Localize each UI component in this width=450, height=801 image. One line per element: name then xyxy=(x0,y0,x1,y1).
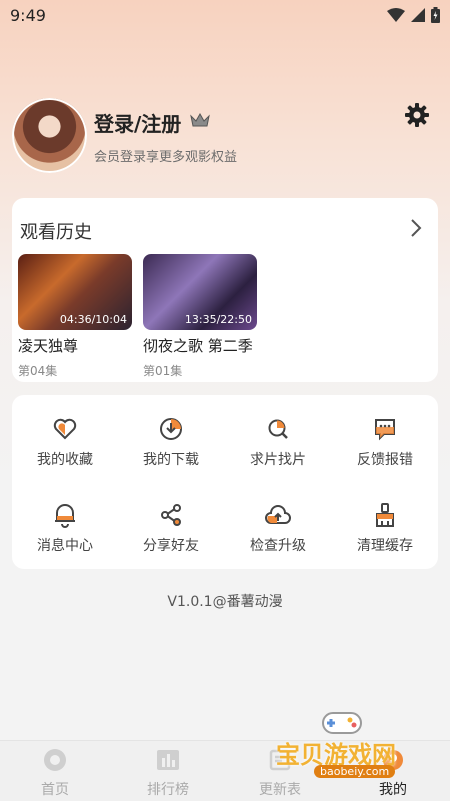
history-item[interactable]: 04:36/10:04 凌天独尊 第04集 xyxy=(18,254,132,379)
status-bar: 9:49 xyxy=(0,0,450,32)
menu-label: 消息中心 xyxy=(37,538,93,554)
download-icon xyxy=(160,418,182,440)
status-time: 9:49 xyxy=(10,6,46,25)
upgrade-icon xyxy=(265,505,291,524)
menu-label: 清理缓存 xyxy=(357,538,413,554)
battery-icon xyxy=(431,7,440,23)
share-button[interactable]: 分享好友 xyxy=(118,501,224,561)
signal-icon xyxy=(411,8,425,22)
wifi-icon xyxy=(387,8,405,22)
nav-label: 排行榜 xyxy=(147,782,189,798)
nav-item-home[interactable]: 首页 xyxy=(10,747,100,799)
menu-label: 我的收藏 xyxy=(37,452,93,468)
member-subtitle: 会员登录享更多观影权益 xyxy=(94,150,238,165)
messages-button[interactable]: 消息中心 xyxy=(12,501,118,561)
gear-icon[interactable] xyxy=(404,102,430,128)
history-progress: 13:35/22:50 xyxy=(184,313,252,326)
history-thumbnail[interactable]: 13:35/22:50 xyxy=(143,254,257,330)
search-film-icon xyxy=(268,419,288,439)
watermark-url: baobeiy.com xyxy=(314,765,396,778)
ranking-icon xyxy=(157,750,179,770)
bell-icon xyxy=(55,504,75,528)
nav-item-ranking[interactable]: 排行榜 xyxy=(123,747,213,799)
nav-label: 首页 xyxy=(41,782,69,798)
history-item-episode: 第04集 xyxy=(18,364,58,378)
favorites-button[interactable]: 我的收藏 xyxy=(12,415,118,475)
history-card: 观看历史 04:36/10:04 凌天独尊 第04集 13:35/22:50 彻… xyxy=(12,198,438,382)
crown-icon xyxy=(190,112,210,127)
history-thumbnail[interactable]: 04:36/10:04 xyxy=(18,254,132,330)
downloads-button[interactable]: 我的下载 xyxy=(118,415,224,475)
status-icons xyxy=(387,7,440,23)
gamepad-icon xyxy=(322,712,362,734)
watermark: 宝贝游戏网 baobeiy.com xyxy=(274,705,424,785)
history-item-title: 彻夜之歌 第二季 xyxy=(143,337,253,355)
chevron-right-icon[interactable] xyxy=(410,218,422,238)
version-text: V1.0.1@番薯动漫 xyxy=(167,594,283,610)
history-item-episode: 第01集 xyxy=(143,364,183,378)
menu-label: 分享好友 xyxy=(143,538,199,554)
home-icon xyxy=(44,749,66,771)
menu-label: 求片找片 xyxy=(250,452,306,468)
menu-label: 我的下载 xyxy=(143,452,199,468)
feedback-button[interactable]: 反馈报错 xyxy=(332,415,438,475)
request-film-button[interactable]: 求片找片 xyxy=(225,415,331,475)
history-title: 观看历史 xyxy=(20,222,92,243)
function-grid: 我的收藏 我的下载 求片找片 反馈报错 消息中心 分享好友 检查升级 清理缓存 xyxy=(12,395,438,569)
login-register-link[interactable]: 登录/注册 xyxy=(94,108,181,137)
feedback-icon xyxy=(375,419,395,441)
clear-cache-button[interactable]: 清理缓存 xyxy=(332,501,438,561)
history-item[interactable]: 13:35/22:50 彻夜之歌 第二季 第01集 xyxy=(143,254,257,379)
share-icon xyxy=(161,504,181,526)
check-update-button[interactable]: 检查升级 xyxy=(225,501,331,561)
menu-label: 检查升级 xyxy=(250,538,306,554)
avatar[interactable] xyxy=(12,98,87,173)
profile-header: 登录/注册 会员登录享更多观影权益 xyxy=(12,96,438,176)
heart-icon xyxy=(53,418,77,440)
clean-icon xyxy=(376,503,394,527)
history-item-title: 凌天独尊 xyxy=(18,337,79,355)
history-progress: 04:36/10:04 xyxy=(59,313,127,326)
menu-label: 反馈报错 xyxy=(357,452,413,468)
